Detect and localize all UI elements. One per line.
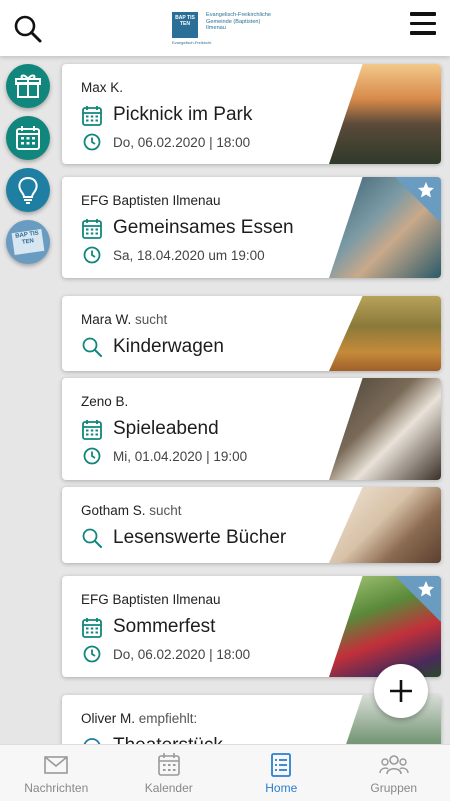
list-item[interactable]: Gotham S. sucht Lesenswerte Bücher <box>62 487 441 563</box>
clock-icon <box>83 645 101 663</box>
logo-line-3: Ilmenau <box>206 25 286 32</box>
card-date: Mi, 01.04.2020 | 19:00 <box>113 449 247 464</box>
card-title: Kinderwagen <box>113 336 224 358</box>
search-icon[interactable] <box>13 14 43 44</box>
card-photo <box>329 296 441 371</box>
clock-icon <box>83 246 101 264</box>
list-item[interactable]: EFG Baptisten Ilmenau Gemeinsames Essen … <box>62 177 441 278</box>
baptisten-filter-button[interactable]: BAP TIS TEN <box>6 220 50 264</box>
nav-label: Kalender <box>145 781 193 795</box>
card-title: Gemeinsames Essen <box>113 217 294 239</box>
calendar-filter-button[interactable] <box>6 116 50 160</box>
card-author: EFG Baptisten Ilmenau <box>81 193 221 208</box>
card-title: Lesenswerte Bücher <box>113 527 286 549</box>
list-item[interactable]: EFG Baptisten Ilmenau Sommerfest Do, 06.… <box>62 576 441 677</box>
card-author: Gotham S. <box>81 503 146 518</box>
calendar-icon <box>81 218 103 240</box>
nav-nachrichten[interactable]: Nachrichten <box>0 745 113 801</box>
card-author: Zeno B. <box>81 394 128 409</box>
list-item[interactable]: Max K. Picknick im Park Do, 06.02.2020 |… <box>62 64 441 164</box>
nav-label: Gruppen <box>370 781 417 795</box>
card-author: Mara W. <box>81 312 131 327</box>
app-header: BAP TIS TEN Evangelisch-Freikirchliche G… <box>0 0 450 56</box>
idea-filter-button[interactable] <box>6 168 50 212</box>
card-date: Do, 06.02.2020 | 18:00 <box>113 135 250 150</box>
calendar-icon <box>81 105 103 127</box>
featured-star-icon <box>395 576 441 622</box>
card-photo <box>329 378 441 480</box>
calendar-icon <box>15 125 41 151</box>
nav-kalender[interactable]: Kalender <box>113 745 226 801</box>
search-icon <box>81 336 103 358</box>
nav-gruppen[interactable]: Gruppen <box>338 745 450 801</box>
bottom-navigation: Nachrichten Kalender Home Gruppen <box>0 744 450 801</box>
card-author: Oliver M. <box>81 711 135 726</box>
clock-icon <box>83 447 101 465</box>
add-button[interactable] <box>374 664 428 718</box>
logo-line-1: Evangelisch-Freikirchliche <box>206 12 286 19</box>
logo-line-2: Gemeinde (Baptisten) <box>206 19 286 26</box>
nav-label: Home <box>265 781 297 795</box>
card-title: Sommerfest <box>113 616 215 638</box>
hamburger-menu-icon[interactable] <box>410 12 436 38</box>
card-author: EFG Baptisten Ilmenau <box>81 592 221 607</box>
search-icon <box>81 527 103 549</box>
nav-label: Nachrichten <box>24 781 88 795</box>
card-author-suffix: sucht <box>146 503 182 518</box>
gift-filter-button[interactable] <box>6 64 50 108</box>
logo-mark: BAP TIS TEN <box>172 12 198 38</box>
plus-icon <box>388 678 414 704</box>
calendar-icon <box>156 752 182 778</box>
group-icon <box>379 752 409 778</box>
clock-icon <box>83 133 101 151</box>
card-date: Sa, 18.04.2020 um 19:00 <box>113 248 265 263</box>
list-item[interactable]: Mara W. sucht Kinderwagen <box>62 296 441 371</box>
envelope-icon <box>43 752 69 778</box>
list-icon <box>268 752 294 778</box>
card-author: Max K. <box>81 80 123 95</box>
card-title: Picknick im Park <box>113 104 252 126</box>
card-author-suffix: sucht <box>131 312 167 327</box>
lightbulb-icon <box>15 176 41 204</box>
list-item[interactable]: Zeno B. Spieleabend Mi, 01.04.2020 | 19:… <box>62 378 441 480</box>
gift-icon <box>14 72 42 100</box>
card-author-suffix: empfiehlt: <box>135 711 197 726</box>
card-date: Do, 06.02.2020 | 18:00 <box>113 647 250 662</box>
card-title: Spieleabend <box>113 418 219 440</box>
card-photo <box>329 487 441 563</box>
featured-star-icon <box>395 177 441 223</box>
calendar-icon <box>81 617 103 639</box>
card-photo <box>329 64 441 164</box>
baptisten-logo-icon: BAP TIS TEN <box>12 229 45 255</box>
logo-tagline: Evangelisch-Freikirchl. <box>172 40 212 45</box>
nav-home[interactable]: Home <box>225 745 338 801</box>
church-logo[interactable]: BAP TIS TEN Evangelisch-Freikirchliche G… <box>172 12 286 38</box>
calendar-icon <box>81 419 103 441</box>
